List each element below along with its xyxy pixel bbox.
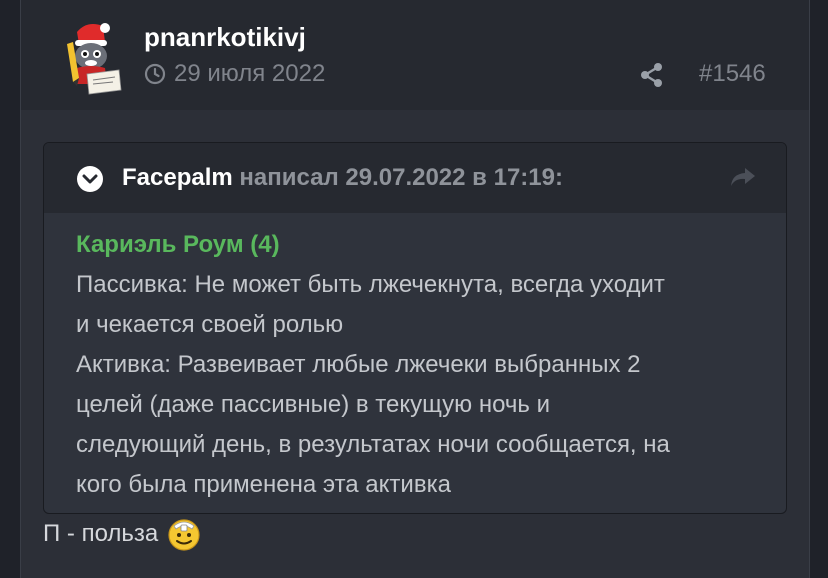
quote-line: целей (даже пассивные) в текущую ночь и: [76, 391, 550, 418]
post-date[interactable]: 29 июля 2022: [144, 60, 325, 88]
quote-expand-toggle[interactable]: [77, 166, 103, 192]
username-link[interactable]: pnanrkotikivj: [144, 22, 306, 53]
clock-icon: [144, 63, 166, 85]
post: pnanrkotikivj 29 июля 2022 #1546 Facepal…: [20, 0, 810, 578]
share-icon[interactable]: [639, 62, 665, 88]
avatar[interactable]: [47, 20, 123, 96]
quote-body: Кариэль Роум (4) Пассивка: Не может быть…: [76, 225, 766, 505]
quote-block: Facepalm написал 29.07.2022 в 17:19: Кар…: [43, 142, 787, 514]
jump-arrow-icon[interactable]: [729, 165, 757, 189]
post-reply: П - польза: [43, 516, 202, 552]
quote-attribution: Facepalm написал 29.07.2022 в 17:19:: [122, 164, 563, 192]
quote-line: Пассивка: Не может быть лжечекнута, всег…: [76, 271, 665, 298]
post-header: pnanrkotikivj 29 июля 2022 #1546: [21, 0, 809, 110]
smiley-icon: [168, 519, 200, 551]
post-date-text: 29 июля 2022: [174, 60, 326, 87]
post-number-link[interactable]: #1546: [699, 60, 766, 88]
quote-line: следующий день, в результатах ночи сообщ…: [76, 431, 670, 458]
quote-wrote-label: написал 29.07.2022 в 17:19:: [239, 164, 563, 191]
quote-line: и чекается своей ролью: [76, 311, 344, 338]
reply-text: П - польза: [43, 520, 159, 547]
quote-author-link[interactable]: Facepalm: [122, 164, 233, 191]
quote-header: Facepalm написал 29.07.2022 в 17:19:: [44, 143, 786, 213]
quote-title: Кариэль Роум (4): [76, 231, 280, 258]
chevron-down-icon: [82, 174, 98, 184]
quote-line: Активка: Развеивает любые лжечеки выбран…: [76, 351, 641, 378]
quote-line: кого была применена эта активка: [76, 471, 451, 498]
